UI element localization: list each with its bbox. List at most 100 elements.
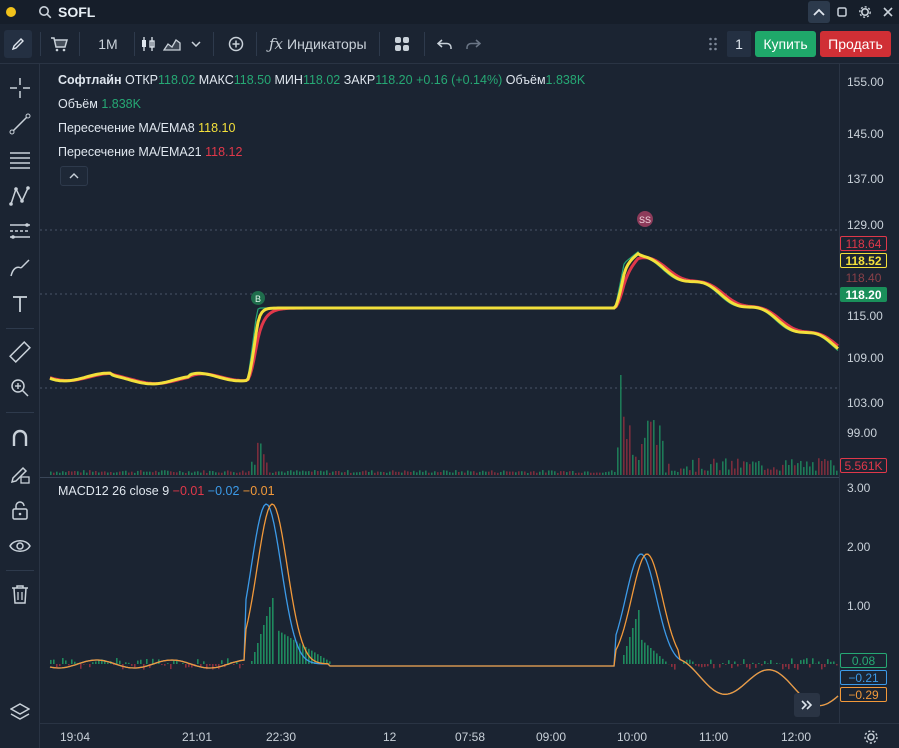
volume-bar [230,471,232,475]
chart-settings-button[interactable] [861,728,881,746]
crosshair-tool[interactable] [8,76,32,100]
macd-histogram-bar [239,664,241,669]
volume-bar [233,472,235,475]
window-status-dot[interactable] [6,7,16,17]
macd-histogram-bar [731,664,733,669]
macd-histogram-bar [704,664,706,667]
draw-mode-button[interactable] [4,29,32,58]
price-line [49,250,839,385]
macd-tick: 1.00 [847,599,871,613]
order-quantity-input[interactable]: 1 [727,31,751,57]
volume-bar [497,472,499,475]
add-comparison-button[interactable] [224,30,248,58]
volume-bar [731,460,733,475]
price-tick: 109.00 [847,351,884,365]
gear-icon [859,6,871,18]
macd-histogram-bar [269,607,271,664]
horizontal-lines-tool[interactable] [8,148,32,172]
macd-tick: 3.00 [847,481,871,495]
change-value: +0.16 (+0.14%) [416,73,503,87]
price-tick: 103.00 [847,396,884,410]
collapse-toolbar-button[interactable] [808,1,830,23]
candles-chart-type-button[interactable] [137,30,159,58]
volume-bar [698,458,700,475]
hide-drawings-button[interactable] [8,534,32,558]
volume-bar [227,470,229,475]
volume-bar [713,458,715,475]
delete-drawings-button[interactable] [8,582,32,606]
redo-button[interactable] [463,30,483,58]
volume-bar [461,471,463,475]
collapse-legend-button[interactable] [60,166,88,186]
brush-tool[interactable] [8,256,32,280]
volume-bar [755,462,757,475]
toolbar-divider [378,31,380,56]
volume-bar [422,471,424,475]
volume-bar [653,420,655,475]
volume-bar [638,459,640,475]
volume-bar [269,472,271,475]
volume-bar [590,472,592,475]
window-settings-button[interactable] [854,1,876,23]
volume-bar [68,471,70,475]
search-icon[interactable] [38,5,52,19]
title-bar: SOFL [0,0,899,24]
macd-histogram-bar [824,664,826,668]
order-cart-button[interactable] [45,30,73,58]
magnet-mode-button[interactable] [8,426,32,450]
volume-bar [578,472,580,475]
indicators-button[interactable]: ƒx Индикаторы [269,30,367,58]
templates-button[interactable] [390,30,414,58]
toolbar-divider [134,31,135,56]
volume-bar [722,461,724,475]
volume-bar [686,466,688,475]
text-tool[interactable] [8,292,32,316]
zoom-tool[interactable] [8,376,32,400]
ruler-tool[interactable] [8,340,32,364]
volume-bar [101,471,103,475]
volume-bar [212,471,214,475]
maximize-button[interactable] [831,1,853,23]
close-window-button[interactable] [877,1,899,23]
price-tick: 145.00 [847,127,884,141]
area-chart-type-button[interactable] [161,30,183,58]
pane-divider[interactable] [40,477,839,478]
volume-bar [299,471,301,475]
volume-bar [683,468,685,475]
volume-bar [362,471,364,475]
trend-line-tool[interactable] [8,112,32,136]
toolbar-divider [40,31,41,56]
macd-histogram-bar [167,663,169,664]
pattern-tool[interactable] [8,184,32,208]
undo-button[interactable] [435,30,455,58]
object-tree-button[interactable] [8,700,32,724]
symbol-ticker[interactable]: SOFL [58,4,95,20]
volume-bar [563,471,565,475]
chart-type-dropdown[interactable] [187,30,205,58]
lock-drawing-button[interactable] [8,462,32,486]
volume-bar [338,470,340,475]
volume-bar [131,471,133,475]
chevron-down-icon [191,40,201,47]
price-chart-canvas[interactable]: B SS [40,64,839,723]
ema8-legend[interactable]: Пересечение MA/EMA8 118.10 [58,121,235,135]
sell-button[interactable]: Продать [820,31,891,57]
time-tick: 12:00 [781,730,812,744]
volume-bar [341,472,343,475]
volume-bar [785,460,787,475]
scroll-to-realtime-button[interactable] [794,693,820,717]
drag-handle-icon[interactable] [708,37,718,51]
fibonacci-tool[interactable] [8,220,32,244]
zoom-in-icon [11,379,29,397]
sidebar-divider [6,328,34,329]
ema21-legend[interactable]: Пересечение MA/EMA21 118.12 [58,145,242,159]
volume-bar [770,469,772,475]
price-axis[interactable] [839,64,899,723]
plus-circle-icon [228,36,244,51]
interval-selector[interactable]: 1M [88,30,128,58]
volume-bar [371,470,373,475]
lock-all-button[interactable] [8,498,32,522]
buy-button[interactable]: Купить [755,31,816,57]
volume-legend[interactable]: Объём 1.838K [58,97,141,111]
macd-legend[interactable]: MACD12 26 close 9 −0.01 −0.02 −0.01 [58,484,275,498]
